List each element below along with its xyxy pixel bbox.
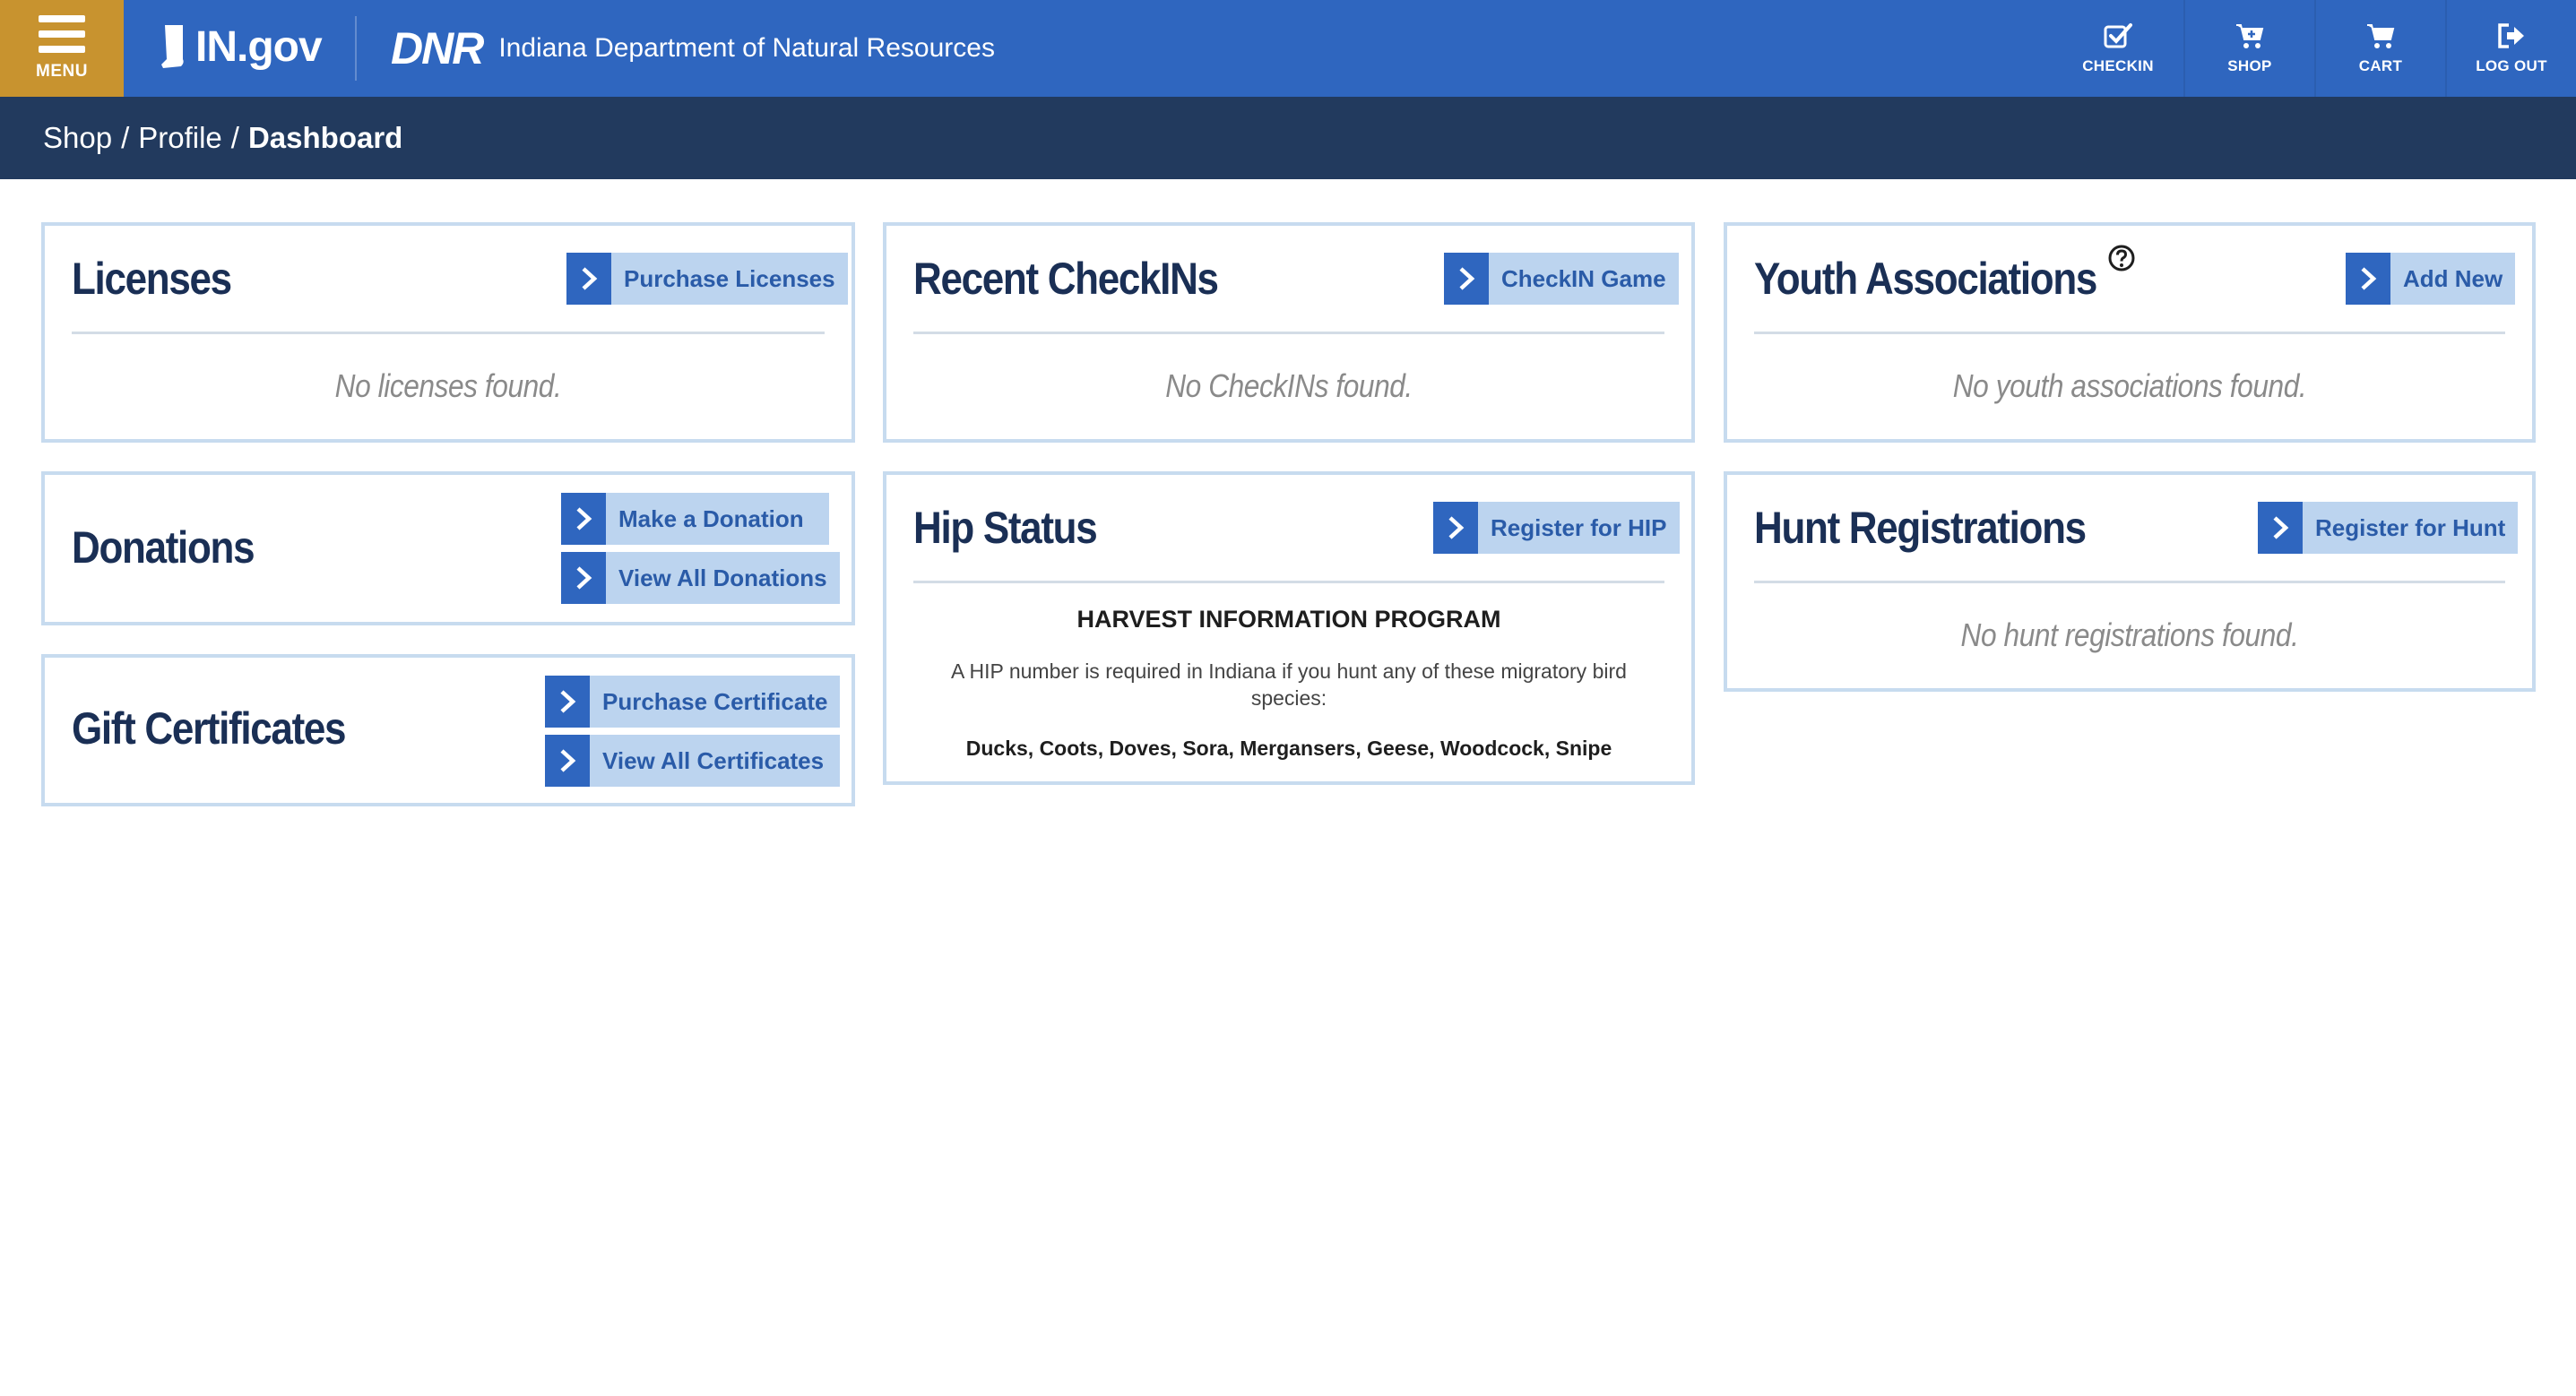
chevron-right-icon <box>561 552 606 604</box>
ingov-logo[interactable]: IN.gov <box>160 20 323 73</box>
card-title: Youth Associations <box>1754 254 2097 304</box>
header-divider <box>355 16 357 81</box>
hunt-registrations-card: Hunt Registrations Register for Hunt No … <box>1724 471 2536 692</box>
card-divider <box>1754 581 2505 583</box>
card-divider <box>913 581 1664 583</box>
nav-logout[interactable]: LOG OUT <box>2445 0 2576 97</box>
empty-message: No licenses found. <box>334 367 562 404</box>
breadcrumb-profile[interactable]: Profile <box>138 121 222 155</box>
checkbox-icon <box>2104 23 2132 48</box>
hip-description: A HIP number is required in Indiana if y… <box>951 659 1627 710</box>
button-label: CheckIN Game <box>1501 264 1666 292</box>
view-all-donations-button[interactable]: View All Donations <box>561 552 840 604</box>
card-divider <box>913 332 1664 334</box>
chevron-right-icon <box>561 493 606 545</box>
button-label: View All Donations <box>618 564 827 591</box>
make-donation-button[interactable]: Make a Donation <box>561 493 829 545</box>
card-divider <box>1754 332 2505 334</box>
register-for-hip-button[interactable]: Register for HIP <box>1433 502 1680 554</box>
chevron-right-icon <box>1444 253 1489 305</box>
hamburger-icon <box>39 15 85 53</box>
button-label: Register for Hunt <box>2315 513 2506 541</box>
breadcrumb-separator: / <box>230 121 239 154</box>
button-label: Purchase Certificate <box>602 687 828 715</box>
card-divider <box>72 332 825 334</box>
button-label: Register for HIP <box>1491 513 1667 541</box>
breadcrumb-current: Dashboard <box>247 121 403 154</box>
top-nav: CHECKIN SHOP CART LOG OUT <box>2053 0 2576 97</box>
nav-checkin[interactable]: CHECKIN <box>2053 0 2183 97</box>
empty-message: No youth associations found. <box>1952 367 2307 404</box>
hip-status-card: Hip Status Register for HIP HARVEST INFO… <box>883 471 1695 785</box>
agency-name: Indiana Department of Natural Resources <box>498 33 995 63</box>
nav-shop[interactable]: SHOP <box>2183 0 2314 97</box>
purchase-licenses-button[interactable]: Purchase Licenses <box>566 253 848 305</box>
menu-button[interactable]: MENU <box>0 0 124 97</box>
menu-label: MENU <box>36 62 88 81</box>
view-all-certificates-button[interactable]: View All Certificates <box>545 735 841 787</box>
licenses-card: Licenses Purchase Licenses No licenses f… <box>41 222 855 443</box>
nav-cart-label: CART <box>2358 57 2403 74</box>
checkin-game-button[interactable]: CheckIN Game <box>1444 253 1679 305</box>
question-circle-icon[interactable] <box>2107 244 2136 272</box>
dnr-branding[interactable]: DNR Indiana Department of Natural Resour… <box>391 23 995 73</box>
ingov-logo-text: IN.gov <box>195 22 323 71</box>
gift-certificates-card: Gift Certificates Purchase Certificate V… <box>41 654 855 806</box>
top-header: MENU IN.gov DNR Indiana Department of Na… <box>0 0 2576 97</box>
indiana-state-icon <box>161 25 184 68</box>
empty-message: No hunt registrations found. <box>1960 616 2299 653</box>
breadcrumb-shop[interactable]: Shop <box>43 121 112 155</box>
nav-cart[interactable]: CART <box>2314 0 2445 97</box>
breadcrumb-bar: Shop / Profile / Dashboard <box>0 97 2576 179</box>
breadcrumb-separator: / <box>121 121 130 154</box>
nav-checkin-label: CHECKIN <box>2082 57 2154 74</box>
add-new-button[interactable]: Add New <box>2346 253 2516 305</box>
chevron-right-icon <box>2258 502 2303 554</box>
cart-plus-icon <box>2236 24 2264 48</box>
youth-associations-card: Youth Associations Add New No youth asso… <box>1724 222 2536 443</box>
cart-icon <box>2367 24 2395 48</box>
register-for-hunt-button[interactable]: Register for Hunt <box>2258 502 2519 554</box>
breadcrumb: Shop / Profile / Dashboard <box>43 97 402 179</box>
chevron-right-icon <box>545 735 590 787</box>
card-title: Hunt Registrations <box>1754 503 2087 553</box>
donations-card: Donations Make a Donation View All Donat… <box>41 471 855 625</box>
chevron-right-icon <box>2346 253 2390 305</box>
purchase-certificate-button[interactable]: Purchase Certificate <box>545 676 841 728</box>
button-label: Make a Donation <box>618 504 804 532</box>
chevron-right-icon <box>566 253 611 305</box>
logout-icon <box>2498 23 2524 48</box>
card-title: Gift Certificates <box>72 703 347 754</box>
button-label: View All Certificates <box>602 746 825 774</box>
card-title: Hip Status <box>913 503 1098 553</box>
checkins-card: Recent CheckINs CheckIN Game No CheckINs… <box>883 222 1695 443</box>
empty-message: No CheckINs found. <box>1165 367 1413 404</box>
hip-species-list: Ducks, Coots, Doves, Sora, Mergansers, G… <box>965 737 1612 760</box>
button-label: Add New <box>2403 264 2503 292</box>
card-title: Licenses <box>72 254 232 304</box>
dnr-logo: DNR <box>391 23 484 73</box>
card-title: Donations <box>72 522 255 573</box>
card-title: Recent CheckINs <box>913 254 1219 304</box>
chevron-right-icon <box>1433 502 1478 554</box>
hip-heading: HARVEST INFORMATION PROGRAM <box>1076 606 1501 633</box>
nav-logout-label: LOG OUT <box>2476 57 2547 74</box>
nav-shop-label: SHOP <box>2227 57 2272 74</box>
chevron-right-icon <box>545 676 590 728</box>
button-label: Purchase Licenses <box>624 264 835 292</box>
